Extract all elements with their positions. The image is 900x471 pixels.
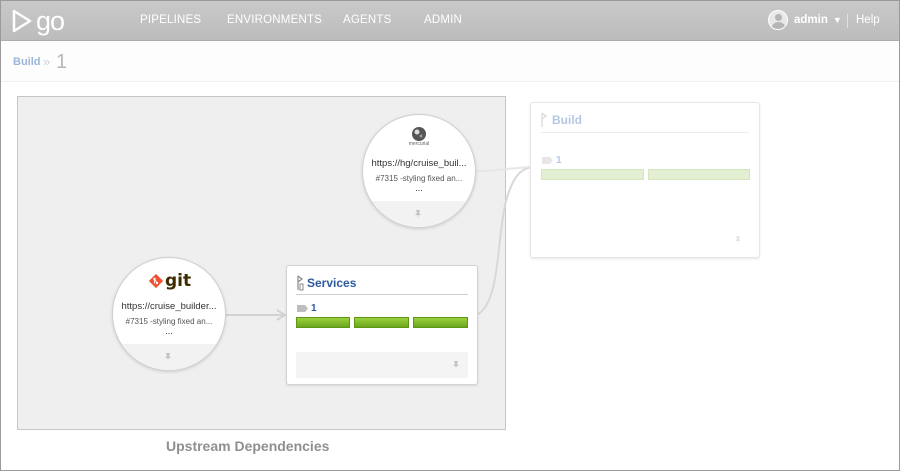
material-comment: #7315 -styling fixed an...	[125, 317, 213, 326]
go-logo[interactable]: go	[11, 6, 65, 36]
logo-text: go	[36, 6, 65, 36]
material-url[interactable]: https://cruise_builder...	[113, 301, 225, 312]
breadcrumb-pipeline-link[interactable]: Build	[13, 56, 41, 68]
material-more[interactable]: ...	[113, 326, 225, 336]
git-logo-text: git	[165, 271, 192, 291]
pipeline-run-counter[interactable]: 1	[311, 303, 317, 314]
pin-icon[interactable]	[413, 209, 423, 219]
pipeline-divider	[296, 294, 468, 295]
tag-icon	[297, 305, 308, 312]
pipeline-run-counter[interactable]: 1	[556, 155, 562, 166]
pipeline-services: Services 1	[286, 265, 478, 385]
stage-2[interactable]	[354, 317, 409, 328]
mercurial-logo-text: mercurial	[408, 141, 430, 147]
vsm-page: go PIPELINES ENVIRONMENTS AGENTS ADMIN a…	[0, 0, 900, 471]
pipeline-icon	[297, 275, 304, 291]
material-git[interactable]: git https://cruise_builder... #7315 -sty…	[112, 257, 226, 371]
pin-icon[interactable]	[163, 352, 173, 362]
material-url[interactable]: https://hg/cruise_buil...	[363, 158, 475, 169]
breadcrumb-separator: »	[43, 54, 51, 69]
nav-divider	[847, 14, 848, 28]
stage-2[interactable]	[648, 169, 750, 180]
material-footer	[113, 344, 225, 370]
stage-1[interactable]	[296, 317, 350, 328]
pipeline-name[interactable]: Services	[307, 276, 356, 290]
material-more[interactable]: ...	[363, 183, 475, 193]
help-link[interactable]: Help	[856, 14, 880, 26]
pipeline-icon	[541, 112, 547, 127]
material-comment: #7315 -styling fixed an...	[375, 174, 463, 183]
user-name: admin	[794, 14, 828, 26]
pipeline-name[interactable]: Build	[552, 113, 582, 127]
pipeline-divider	[541, 132, 749, 133]
git-icon	[149, 274, 163, 288]
pin-icon[interactable]	[733, 235, 743, 245]
pipeline-footer	[296, 352, 468, 378]
breadcrumb: Build » 1	[1, 42, 899, 82]
user-menu[interactable]: admin ▼	[768, 10, 842, 30]
pipeline-build: Build 1	[530, 102, 760, 258]
go-logo-icon	[12, 9, 32, 33]
material-footer	[363, 201, 475, 227]
top-nav-bar: go PIPELINES ENVIRONMENTS AGENTS ADMIN a…	[1, 1, 899, 41]
breadcrumb-counter: 1	[56, 51, 68, 73]
nav-admin[interactable]: ADMIN	[424, 14, 462, 26]
nav-pipelines[interactable]: PIPELINES	[140, 14, 201, 26]
upstream-dependencies-label: Upstream Dependencies	[166, 438, 330, 454]
git-logo: git	[149, 271, 192, 291]
chevron-down-icon: ▼	[832, 15, 842, 25]
nav-environments[interactable]: ENVIRONMENTS	[227, 14, 322, 26]
tag-icon	[542, 157, 553, 164]
pin-icon[interactable]	[451, 360, 461, 370]
nav-agents[interactable]: AGENTS	[343, 14, 392, 26]
stage-3[interactable]	[413, 317, 468, 328]
material-hg[interactable]: mercurial https://hg/cruise_buil... #731…	[362, 114, 476, 228]
stage-1[interactable]	[541, 169, 644, 180]
avatar-icon	[768, 10, 788, 30]
mercurial-logo: mercurial	[408, 126, 430, 148]
